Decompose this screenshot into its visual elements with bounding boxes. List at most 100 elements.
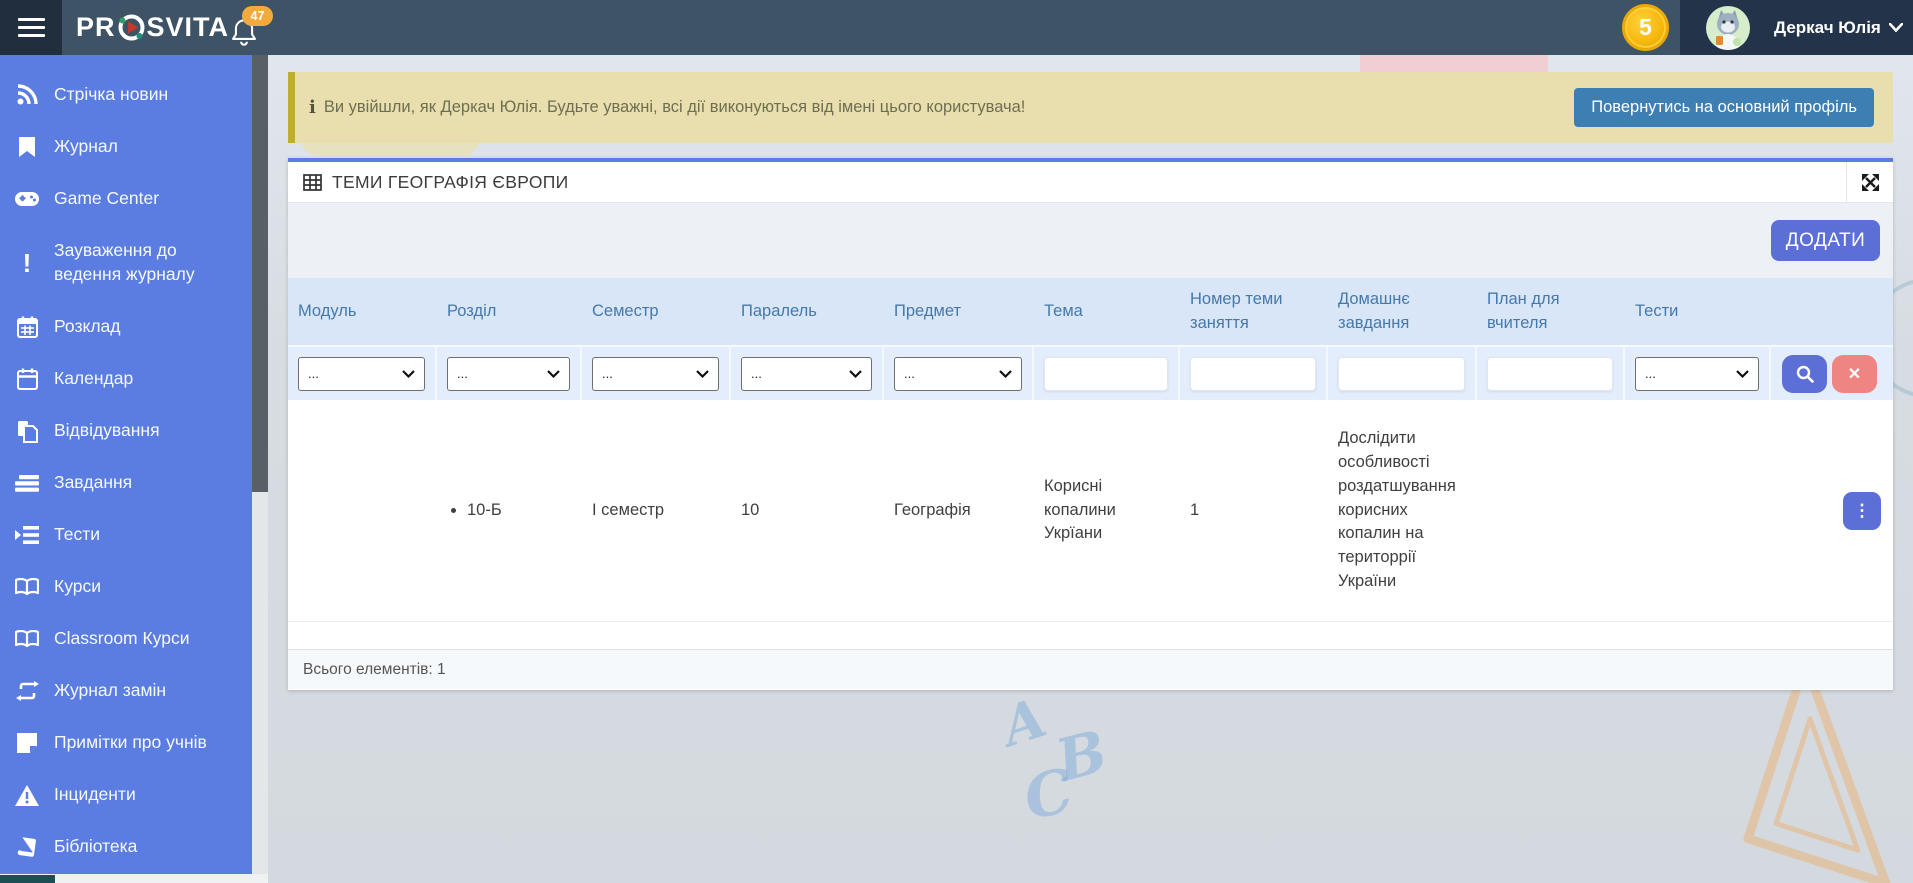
substitution-icon [14,678,40,704]
cell-tests [1625,400,1771,621]
row-actions-button[interactable]: ⋮ [1843,492,1881,530]
filter-predmet-select[interactable]: ... [894,357,1022,391]
topics-panel: ТЕМИ ГЕОГРАФІЯ ЄВРОПИ ДОДАТИ Модуль Розд… [288,158,1893,690]
search-icon [1796,365,1814,383]
notifications-button[interactable]: 47 [228,0,280,55]
cell-lesson-number: 1 [1180,400,1328,621]
chevron-down-icon [849,370,862,378]
column-header-predmet[interactable]: Предмет [884,278,1034,345]
search-button[interactable] [1782,355,1827,393]
classroom-courses-icon [14,626,40,652]
cell-teacher-plan [1477,400,1625,621]
app-logo[interactable]: PR SVITA [76,0,229,55]
table-footer: Всього елементів: 1 [288,650,1893,689]
cell-paralel: 10 [731,400,884,621]
schedule-icon [14,314,40,340]
clear-filters-button[interactable]: ✕ [1832,355,1877,393]
sidebar-scrollbar-thumb[interactable] [252,55,268,492]
sidebar-item-tests[interactable]: Тести [0,509,252,561]
user-name: Деркач Юлія [1774,18,1881,38]
sidebar-item-news-feed[interactable]: Стрічка новин [0,69,252,121]
sidebar-item-classroom-courses[interactable]: Classroom Курси [0,613,252,665]
sidebar-item-timetable[interactable]: Розклад [0,301,252,353]
sidebar: Стрічка новин Журнал Game Center ! Заува… [0,55,252,875]
filter-semestr-select[interactable]: ... [592,357,719,391]
column-header-tests[interactable]: Тести [1625,278,1771,345]
sidebar-item-substitution-journal[interactable]: Журнал замін [0,665,252,717]
chevron-down-icon [402,370,415,378]
close-icon: ✕ [1848,364,1861,384]
chevron-down-icon [1736,370,1749,378]
column-header-semestr[interactable]: Семестр [582,278,731,345]
avatar [1706,6,1750,50]
cell-semestr: І семестр [582,400,731,621]
expand-panel-button[interactable] [1846,162,1893,203]
sidebar-item-journal[interactable]: Журнал [0,121,252,173]
column-header-tema[interactable]: Тема [1034,278,1180,345]
filter-tema-input[interactable] [1044,357,1168,391]
app-screen: A B C PR SVITA 47 5 [0,0,1913,883]
tests-icon [14,522,40,548]
hamburger-menu-button[interactable] [0,0,62,55]
filter-paralel-select[interactable]: ... [741,357,872,391]
rss-icon [14,82,40,108]
chevron-down-icon [696,370,709,378]
banner-text: Ви увійшли, як Деркач Юлія. Будьте уважн… [324,98,1026,117]
add-button[interactable]: ДОДАТИ [1771,220,1880,261]
panel-header: ТЕМИ ГЕОГРАФІЯ ЄВРОПИ [288,162,1893,203]
column-header-paralel[interactable]: Паралель [731,278,884,345]
filter-tests-select[interactable]: ... [1635,357,1759,391]
filter-module-select[interactable]: ... [298,357,425,391]
filter-row: ... ... ... ... ... ... ✕ [288,345,1893,400]
column-header-teacher-plan[interactable]: План для вчителя [1477,278,1625,345]
filter-lesson-number-input[interactable] [1190,357,1316,391]
table-header-row: Модуль Розділ Семестр Паралель Предмет Т… [288,278,1893,345]
library-icon [14,834,40,860]
bookmark-icon [14,134,40,160]
cell-predmet: Географія [884,400,1034,621]
sidebar-item-attendance[interactable]: Відвідування [0,405,252,457]
warning-triangle-icon [14,782,40,808]
filter-teacher-plan-input[interactable] [1487,357,1613,391]
abc-watermark: A B C [995,690,1135,830]
panel-toolbar: ДОДАТИ [288,203,1893,278]
notes-icon [14,730,40,756]
sidebar-item-incidents[interactable]: Інциденти [0,769,252,821]
filter-rozdil-select[interactable]: ... [447,357,570,391]
table-grid-icon [303,174,322,191]
sidebar-item-assignments[interactable]: Завдання [0,457,252,509]
attendance-icon [14,418,40,444]
courses-icon [14,574,40,600]
column-header-module[interactable]: Модуль [288,278,437,345]
impersonation-banner: i Ви увійшли, як Деркач Юлія. Будьте ува… [288,72,1893,143]
sidebar-item-courses[interactable]: Курси [0,561,252,613]
coins-indicator[interactable]: 5 [1622,4,1669,51]
column-header-lesson-number[interactable]: Номер теми заняття [1180,278,1328,345]
chevron-down-icon [547,370,560,378]
sidebar-item-game-center[interactable]: Game Center [0,173,252,225]
sidebar-item-journal-remarks[interactable]: ! Зауваження до ведення журналу [0,225,252,301]
gamepad-icon [14,186,40,212]
ruler-watermark [1742,668,1913,883]
user-menu[interactable]: Деркач Юлія [1680,0,1913,55]
chevron-down-icon [999,370,1012,378]
cell-homework: Дослідити особливості роздатшування кори… [1328,400,1477,621]
notifications-count-badge: 47 [242,6,273,26]
column-header-rozdil[interactable]: Розділ [437,278,582,345]
cell-actions: ⋮ [1771,400,1893,621]
sidebar-item-library[interactable]: Бібліотека [0,821,252,873]
cell-module [288,400,437,621]
column-header-homework[interactable]: Домашнє завдання [1328,278,1477,345]
sidebar-item-calendar[interactable]: Календар [0,353,252,405]
info-icon: i [309,97,316,118]
chevron-down-icon [1889,23,1903,32]
sidebar-scrollbar[interactable] [252,55,268,875]
sidebar-item-student-notes[interactable]: Примітки про учнів [0,717,252,769]
cell-tema: Корисні копалини Укрїани [1034,400,1180,621]
filter-homework-input[interactable] [1338,357,1465,391]
topbar: PR SVITA 47 5 [0,0,1913,55]
return-to-main-profile-button[interactable]: Повернутись на основний профіль [1574,88,1874,127]
logo-o-icon [117,13,146,42]
empty-row-strip [288,622,1893,650]
table-row[interactable]: 10-Б І семестр 10 Географія Корисні копа… [288,400,1893,622]
